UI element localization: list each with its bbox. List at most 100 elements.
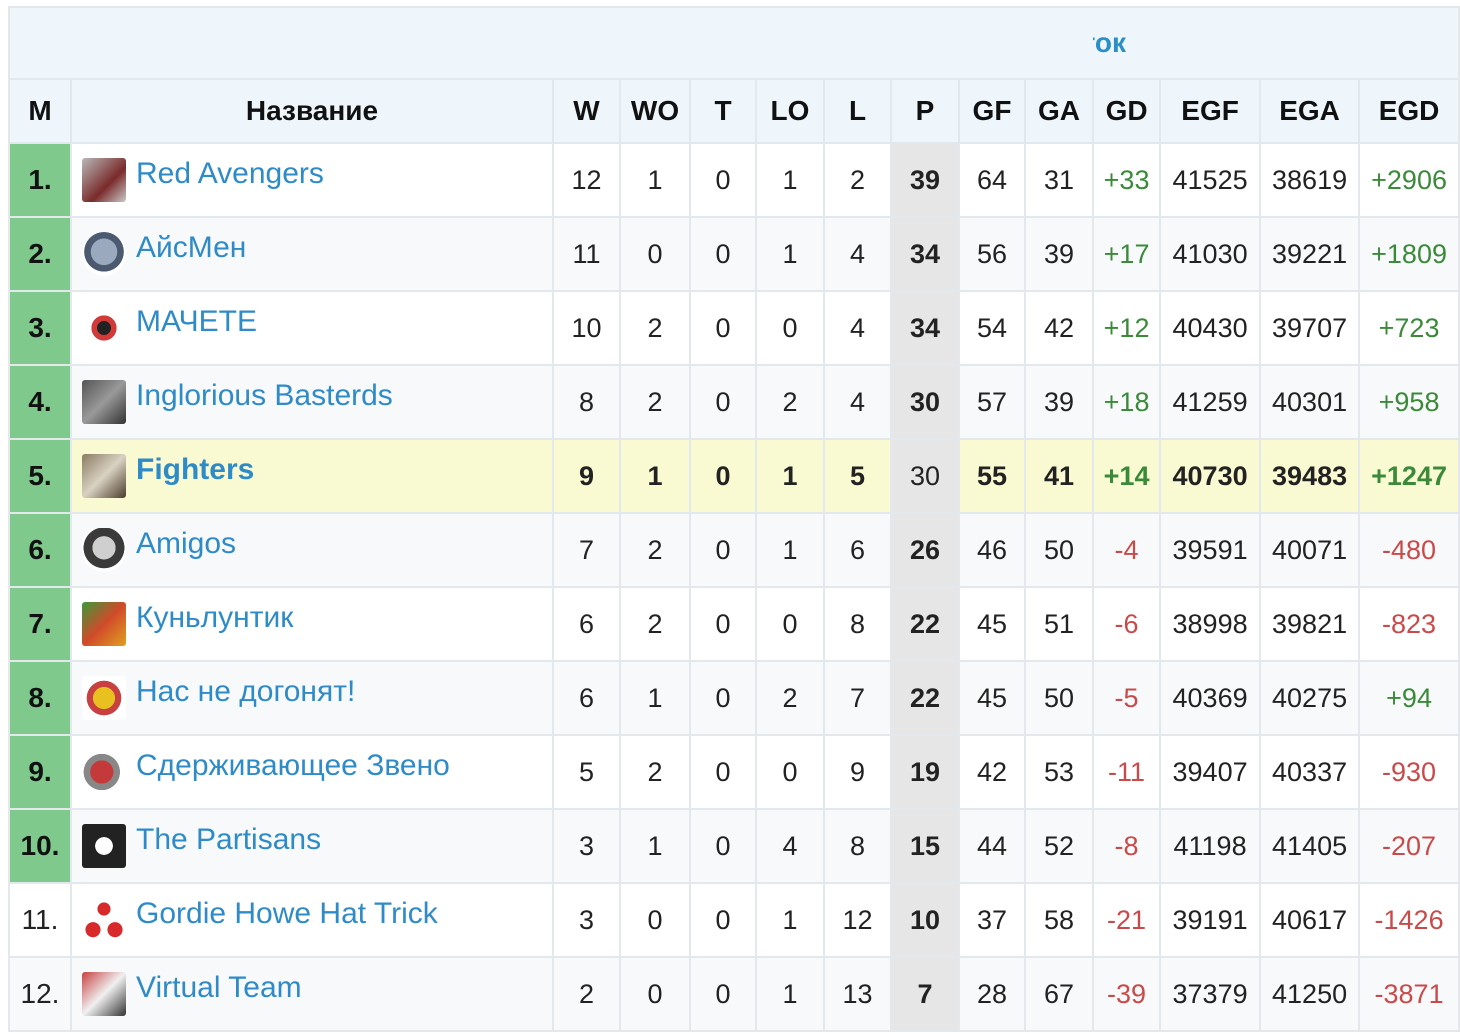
stat-egd: +1247 bbox=[1358, 438, 1460, 514]
position-cell: 6. bbox=[8, 512, 72, 588]
gordie-howe-logo-icon[interactable] bbox=[82, 898, 126, 942]
stat-egf: 40730 bbox=[1159, 438, 1262, 514]
team-link[interactable]: The Partisans bbox=[136, 823, 321, 856]
inglorious-basterds-logo-icon[interactable] bbox=[82, 380, 126, 424]
red-avengers-logo-icon[interactable] bbox=[82, 158, 126, 202]
stat-ega: 41405 bbox=[1259, 808, 1361, 884]
stat-t: 0 bbox=[689, 438, 757, 514]
stat-ga: 53 bbox=[1023, 734, 1095, 810]
stat-egd: -480 bbox=[1358, 512, 1460, 588]
stat-gf: 55 bbox=[958, 438, 1026, 514]
nas-ne-dogonyat-logo-icon[interactable] bbox=[82, 676, 126, 720]
col-header-pos: М bbox=[8, 78, 72, 144]
stat-ga: 39 bbox=[1023, 364, 1095, 440]
stat-w: 6 bbox=[552, 660, 621, 736]
sderzhivayushchee-zveno-logo-icon[interactable] bbox=[82, 750, 126, 794]
team-cell: Сдерживающее Звено bbox=[70, 734, 554, 810]
stat-p: 34 bbox=[890, 290, 960, 366]
team-link[interactable]: Куньлунтик bbox=[136, 601, 293, 634]
stat-egd: +94 bbox=[1358, 660, 1460, 736]
stat-gf: 54 bbox=[958, 290, 1026, 366]
stat-egf: 41198 bbox=[1159, 808, 1262, 884]
position-cell: 8. bbox=[8, 660, 72, 736]
stat-w: 3 bbox=[552, 882, 621, 958]
stat-p: 34 bbox=[890, 216, 960, 292]
table-row: 2. АйсМен 11 0 0 1 4 34 56 39 +17 41030 39221 +1809 bbox=[8, 216, 1460, 292]
stat-t: 0 bbox=[689, 142, 757, 218]
team-link[interactable]: Fighters bbox=[136, 453, 254, 486]
stat-egf: 41259 bbox=[1159, 364, 1262, 440]
stat-egd: +723 bbox=[1358, 290, 1460, 366]
stat-w: 10 bbox=[552, 290, 621, 366]
stat-p: 26 bbox=[890, 512, 960, 588]
stat-ga: 67 bbox=[1023, 956, 1095, 1032]
col-header-ega: EGA bbox=[1259, 78, 1361, 144]
team-link[interactable]: Amigos bbox=[136, 527, 236, 560]
col-header-egf: EGF bbox=[1159, 78, 1262, 144]
stat-w: 2 bbox=[552, 956, 621, 1032]
team-link[interactable]: Virtual Team bbox=[136, 971, 302, 1004]
conference-cell: Восток bbox=[1093, 6, 1460, 80]
stat-lo: 1 bbox=[755, 142, 825, 218]
conference-title: Восток bbox=[1093, 27, 1127, 58]
team-link[interactable]: Нас не догонят! bbox=[136, 675, 355, 708]
stat-t: 0 bbox=[689, 216, 757, 292]
team-link[interactable]: Сдерживающее Звено bbox=[136, 749, 450, 782]
stat-w: 3 bbox=[552, 808, 621, 884]
virtual-team-logo-icon[interactable] bbox=[82, 972, 126, 1016]
stat-w: 12 bbox=[552, 142, 621, 218]
stat-ga: 42 bbox=[1023, 290, 1095, 366]
stat-w: 7 bbox=[552, 512, 621, 588]
stat-ega: 40617 bbox=[1259, 882, 1361, 958]
stat-w: 6 bbox=[552, 586, 621, 662]
stat-gf: 45 bbox=[958, 586, 1026, 662]
stat-gf: 37 bbox=[958, 882, 1026, 958]
stat-wo: 1 bbox=[619, 660, 691, 736]
stat-gd: -21 bbox=[1092, 882, 1162, 958]
machete-logo-icon[interactable] bbox=[82, 306, 126, 350]
stat-egf: 40369 bbox=[1159, 660, 1262, 736]
stat-ega: 39483 bbox=[1259, 438, 1361, 514]
stat-t: 0 bbox=[689, 512, 757, 588]
stat-egf: 39191 bbox=[1159, 882, 1262, 958]
stat-egd: +958 bbox=[1358, 364, 1460, 440]
fighters-logo-icon[interactable] bbox=[82, 454, 126, 498]
icemen-logo-icon[interactable] bbox=[82, 232, 126, 276]
team-cell: The Partisans bbox=[70, 808, 554, 884]
table-row: 4. Inglorious Basterds 8 2 0 2 4 30 57 39 +18 41259… bbox=[8, 364, 1460, 440]
stat-w: 5 bbox=[552, 734, 621, 810]
stat-lo: 1 bbox=[755, 956, 825, 1032]
stat-egf: 39591 bbox=[1159, 512, 1262, 588]
conference-spacer bbox=[7, 6, 1094, 80]
team-link[interactable]: Red Avengers bbox=[136, 157, 324, 190]
table-row: 7. Куньлунтик 6 2 0 0 8 22 45 51 -6 38998 39821 -823 bbox=[8, 586, 1460, 662]
stat-wo: 2 bbox=[619, 734, 691, 810]
conference-header-row: Восток bbox=[7, 6, 1460, 80]
stat-w: 11 bbox=[552, 216, 621, 292]
stat-gd: -8 bbox=[1092, 808, 1162, 884]
stat-egd: +1809 bbox=[1358, 216, 1460, 292]
stat-ega: 40071 bbox=[1259, 512, 1361, 588]
stat-p: 39 bbox=[890, 142, 960, 218]
stat-gd: +17 bbox=[1092, 216, 1162, 292]
table-row: 6. Amigos 7 2 0 1 6 26 46 50 -4 39591 40071 -480 bbox=[8, 512, 1460, 588]
team-link[interactable]: АйсМен bbox=[136, 231, 246, 264]
stat-wo: 2 bbox=[619, 512, 691, 588]
team-link[interactable]: Gordie Howe Hat Trick bbox=[136, 897, 438, 930]
partisans-logo-icon[interactable] bbox=[82, 824, 126, 868]
stat-egf: 41030 bbox=[1159, 216, 1262, 292]
nhl-shield-logo-icon[interactable] bbox=[82, 528, 126, 572]
team-link[interactable]: МАЧЕТЕ bbox=[136, 305, 257, 338]
stat-wo: 0 bbox=[619, 216, 691, 292]
kunluntik-logo-icon[interactable] bbox=[82, 602, 126, 646]
team-link[interactable]: Inglorious Basterds bbox=[136, 379, 393, 412]
col-header-w: W bbox=[552, 78, 621, 144]
stat-gf: 44 bbox=[958, 808, 1026, 884]
stat-gd: -4 bbox=[1092, 512, 1162, 588]
stat-t: 0 bbox=[689, 734, 757, 810]
stat-egf: 37379 bbox=[1159, 956, 1262, 1032]
team-cell: Fighters bbox=[70, 438, 554, 514]
stat-gf: 42 bbox=[958, 734, 1026, 810]
table-row: 12. Virtual Team 2 0 0 1 13 7 28 67 -39 37379 41250-… bbox=[8, 956, 1460, 1032]
stat-wo: 1 bbox=[619, 142, 691, 218]
